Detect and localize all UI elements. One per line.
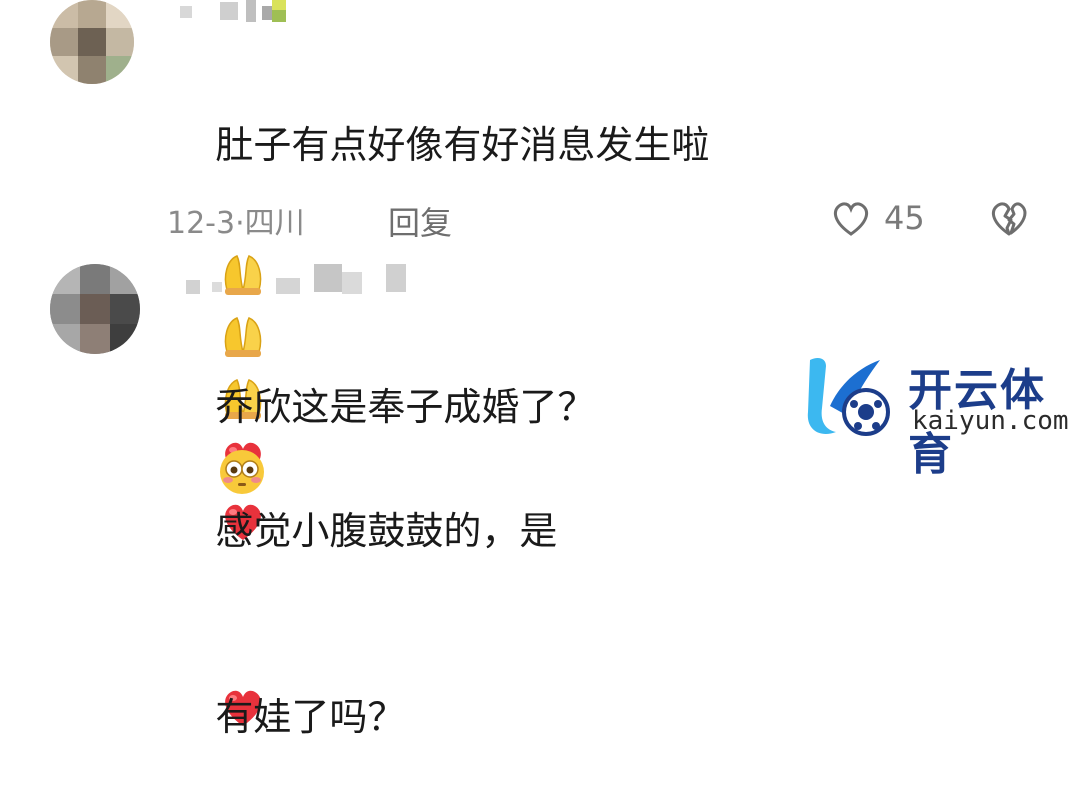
reply-button[interactable]: 回复: [388, 198, 452, 244]
comment-meta: 12-3·四川: [167, 206, 305, 241]
comment-text: 乔欣这是奉子成婚了？ 感觉小腹鼓鼓的，是 有娃了吗？: [167, 314, 595, 810]
comment-text-part1: 乔欣这是奉子成婚了？: [215, 385, 596, 429]
comment-text-part2: 感觉小腹鼓鼓的，是: [215, 509, 558, 553]
kaiyun-logo-icon: [807, 358, 890, 436]
like-button[interactable]: 45: [830, 198, 925, 238]
like-count: 45: [884, 199, 925, 237]
watermark-url: kaiyun.com: [912, 406, 1069, 436]
username-obscured[interactable]: [186, 264, 416, 298]
avatar[interactable]: [50, 0, 134, 84]
comment-item-1: 肚子有点好像有好消息发生啦 12-3·四川 回复 45: [0, 0, 1080, 726]
comment-text-line2: 有娃了吗？: [215, 695, 406, 739]
heart-outline-icon: [834, 202, 868, 236]
avatar[interactable]: [50, 264, 140, 354]
broken-heart-icon: [992, 202, 1027, 236]
username-obscured[interactable]: [180, 0, 300, 34]
dislike-button[interactable]: [988, 198, 1030, 242]
comment-location: 四川: [244, 206, 305, 241]
comment-text-line1: 肚子有点好像有好消息发生啦: [215, 123, 710, 167]
comment-date: 12-3: [167, 206, 236, 241]
watermark: 开云体育 kaiyun.com: [796, 346, 1080, 480]
flushed-face-icon: [220, 449, 265, 494]
